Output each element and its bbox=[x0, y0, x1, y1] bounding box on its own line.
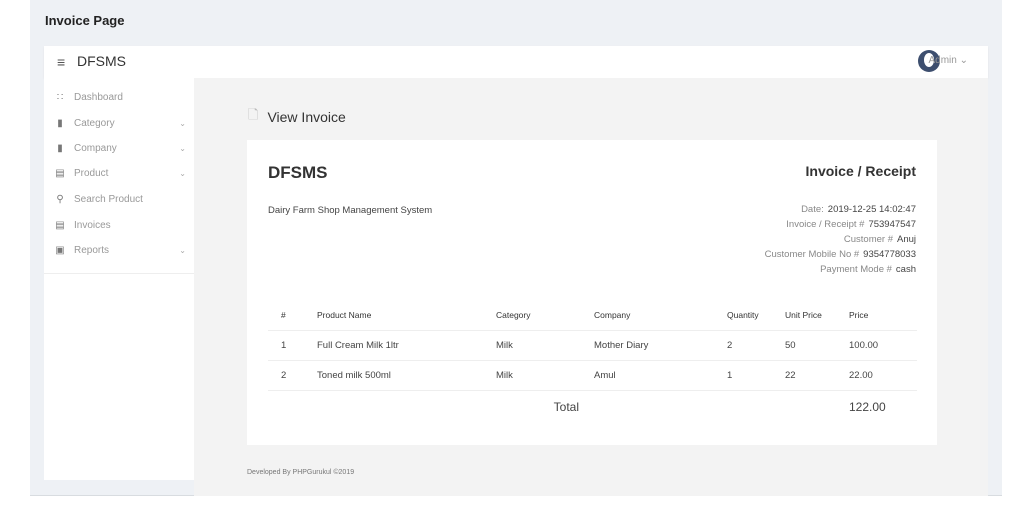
meta-date: Date: 2019-12-25 14:02:47 bbox=[765, 202, 916, 217]
table-header-row: # Product Name Category Company Quantity… bbox=[268, 301, 917, 331]
sidebar-item-search-product[interactable]: ⚲ Search Product bbox=[54, 189, 186, 209]
top-navbar: ≡ DFSMS Admin ⌄ bbox=[44, 46, 988, 78]
sidebar-item-company[interactable]: ▮ Company ⌄ bbox=[54, 138, 186, 158]
meta-label: Customer Mobile No # bbox=[764, 249, 860, 260]
meta-value: Anuj bbox=[896, 234, 916, 245]
meta-customer: Customer # Anuj bbox=[765, 232, 916, 247]
cell: 1 bbox=[727, 360, 785, 391]
cell: Toned milk 500ml bbox=[317, 360, 496, 391]
cell: 100.00 bbox=[849, 330, 917, 361]
list-icon: ▤ bbox=[55, 219, 65, 231]
meta-value: 753947547 bbox=[868, 219, 916, 230]
column-header: Product Name bbox=[317, 301, 496, 331]
total-label: Total bbox=[553, 400, 579, 415]
meta-payment: Payment Mode # cash bbox=[765, 262, 916, 277]
total-value: 122.00 bbox=[849, 400, 886, 415]
column-header: Unit Price bbox=[785, 301, 849, 331]
meta-label: Date: bbox=[801, 204, 824, 215]
sidebar-item-label: Reports bbox=[74, 244, 110, 256]
cell: 2 bbox=[727, 330, 785, 361]
sidebar-divider bbox=[44, 273, 194, 274]
sidebar: ∷ Dashboard ▮ Category ⌄ ▮ Company ⌄ ▤ Product… bbox=[44, 78, 194, 480]
sidebar-item-invoices[interactable]: ▤ Invoices bbox=[54, 215, 186, 235]
meta-receipt: Invoice / Receipt #753947547 bbox=[765, 217, 916, 232]
grid-icon: ∷ bbox=[56, 91, 64, 103]
cell: Amul bbox=[594, 360, 727, 391]
copy-icon: ▮ bbox=[57, 117, 63, 129]
page-title: Invoice Page bbox=[45, 13, 125, 28]
cell: Milk bbox=[496, 360, 594, 391]
sidebar-item-label: Search Product bbox=[74, 193, 143, 205]
invoice-card: DFSMS Dairy Farm Shop Management System … bbox=[247, 140, 937, 445]
column-header: Price bbox=[849, 301, 917, 331]
sidebar-item-reports[interactable]: ▣ Reports ⌄ bbox=[54, 240, 186, 260]
table-row: 2 Toned milk 500ml Milk Amul 1 22 22.00 bbox=[268, 360, 917, 391]
sidebar-item-category[interactable]: ▮ Category ⌄ bbox=[54, 113, 186, 133]
chevron-down-icon: ⌄ bbox=[179, 143, 186, 153]
sidebar-item-product[interactable]: ▤ Product ⌄ bbox=[54, 163, 186, 183]
column-header: Quantity bbox=[727, 301, 785, 331]
sidebar-item-label: Company bbox=[74, 142, 117, 154]
list-icon: ▤ bbox=[55, 167, 65, 179]
column-header: # bbox=[268, 301, 317, 331]
meta-value: cash bbox=[895, 264, 916, 275]
cell: 50 bbox=[785, 330, 849, 361]
chevron-down-icon: ⌄ bbox=[179, 118, 186, 128]
column-header: Company bbox=[594, 301, 727, 331]
total-row: Total 122.00 bbox=[268, 390, 917, 424]
invoice-subtitle: Dairy Farm Shop Management System bbox=[268, 205, 433, 216]
sidebar-item-label: Category bbox=[74, 117, 115, 129]
calculator-icon: ▣ bbox=[55, 244, 65, 256]
cell: Milk bbox=[496, 330, 594, 361]
copy-icon: ▮ bbox=[57, 142, 63, 154]
user-name: Admin bbox=[928, 55, 957, 66]
sidebar-item-label: Invoices bbox=[74, 219, 111, 231]
brand-logo[interactable]: DFSMS bbox=[77, 53, 126, 69]
hamburger-menu-icon[interactable]: ≡ bbox=[57, 54, 65, 70]
cell: 1 bbox=[268, 330, 317, 361]
chevron-down-icon: ⌄ bbox=[179, 168, 186, 178]
cell: 22.00 bbox=[849, 360, 917, 391]
file-icon: 🗋 bbox=[248, 107, 259, 122]
sidebar-item-label: Dashboard bbox=[74, 91, 123, 103]
section-title-text: View Invoice bbox=[267, 109, 346, 125]
cell: Mother Diary bbox=[594, 330, 727, 361]
cell: 22 bbox=[785, 360, 849, 391]
meta-label: Invoice / Receipt # bbox=[786, 219, 865, 230]
cell: 2 bbox=[268, 360, 317, 391]
section-title: 🗋 View Invoice bbox=[248, 106, 346, 128]
search-icon: ⚲ bbox=[56, 193, 64, 205]
meta-value: 2019-12-25 14:02:47 bbox=[827, 204, 916, 215]
table-row: 1 Full Cream Milk 1ltr Milk Mother Diary… bbox=[268, 330, 917, 361]
meta-label: Customer # bbox=[843, 234, 893, 245]
sidebar-item-label: Product bbox=[74, 167, 109, 179]
meta-label: Payment Mode # bbox=[820, 264, 892, 275]
column-header: Category bbox=[496, 301, 594, 331]
meta-value: 9354778033 bbox=[863, 249, 916, 260]
invoice-heading: Invoice / Receipt bbox=[805, 163, 916, 179]
invoice-brand: DFSMS bbox=[268, 163, 328, 182]
meta-mobile: Customer Mobile No #9354778033 bbox=[765, 247, 916, 262]
invoice-meta: Date: 2019-12-25 14:02:47 Invoice / Recei… bbox=[765, 202, 916, 277]
sidebar-item-dashboard[interactable]: ∷ Dashboard bbox=[54, 87, 186, 107]
footer-credit: Developed By PHPGurukul ©2019 bbox=[247, 469, 355, 476]
cell: Full Cream Milk 1ltr bbox=[317, 330, 496, 361]
user-menu[interactable]: Admin ⌄ bbox=[928, 55, 968, 66]
invoice-table: # Product Name Category Company Quantity… bbox=[268, 301, 917, 424]
chevron-down-icon: ⌄ bbox=[179, 245, 186, 255]
